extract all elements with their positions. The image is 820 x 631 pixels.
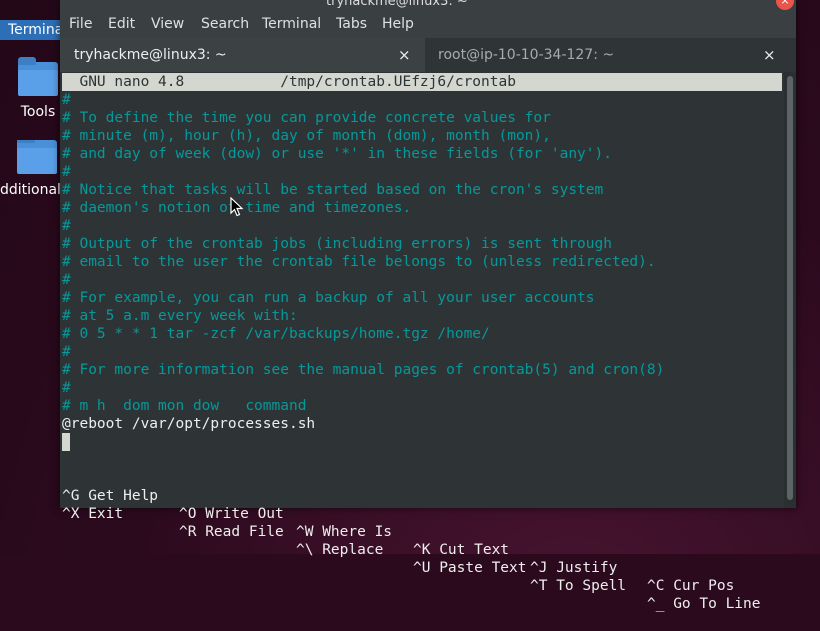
tab-label: root@ip-10-10-34-127: ~ [438,47,615,63]
nano-header: GNU nano 4.8 /tmp/crontab.UEfzj6/crontab [62,73,782,91]
crontab-line: # and day of week (dow) or use '*' in th… [62,146,612,162]
tab-label: tryhackme@linux3: ~ [74,47,227,63]
shortcut-label: Where Is [322,524,393,540]
shortcut-go-to-line[interactable]: ^_ Go To Line [647,595,761,613]
folder-icon [18,57,58,96]
window-title: tryhackme@linux3: ~ [326,0,468,9]
shortcut-key: ^U [413,560,431,576]
shortcut-to-spell[interactable]: ^T To Spell [530,577,626,595]
shortcut-paste-text[interactable]: ^U Paste Text [413,559,527,577]
shortcut-label: Cut Text [439,542,510,558]
menu-tabs[interactable]: Tabs [336,16,367,32]
shortcut-key: ^_ [647,596,665,612]
shortcut-key: ^K [413,542,431,558]
desktop-icon-label: Tools [20,104,56,120]
tab-close-icon[interactable]: × [398,38,411,72]
crontab-line: # [62,380,71,396]
scroll-thumb[interactable] [787,76,793,500]
crontab-line: # minute (m), hour (h), day of month (do… [62,128,551,144]
menu-file[interactable]: File [69,16,92,32]
shortcut-key: ^C [647,578,665,594]
tab-bar: tryhackme@linux3: ~ × root@ip-10-10-34-1… [60,38,796,72]
crontab-line: # For example, you can run a backup of a… [62,290,595,306]
shortcut-where-is[interactable]: ^W Where Is [296,523,392,541]
menu-view[interactable]: View [151,16,184,32]
crontab-line: # at 5 a.m every week with: [62,308,298,324]
window-close-button[interactable]: × [776,0,794,10]
folder-icon [17,140,57,174]
shortcut-label: Cur Pos [673,578,735,594]
shortcut-key: ^R [179,524,197,540]
title-bar[interactable]: tryhackme@linux3: ~ × [60,0,796,12]
tab-root[interactable]: root@ip-10-10-34-127: ~ × [425,38,796,72]
crontab-line: # 0 5 * * 1 tar -zcf /var/backups/home.t… [62,326,490,342]
terminal-window[interactable]: tryhackme@linux3: ~ × File Edit View Sea… [60,0,796,612]
desktop-icon-label: dditional T [0,182,62,198]
crontab-line: # To define the time you can provide con… [62,110,551,126]
shortcut-replace[interactable]: ^\ Replace [296,541,383,559]
shortcut-cut-text[interactable]: ^K Cut Text [413,541,509,559]
crontab-line: # [62,164,71,180]
crontab-entry[interactable]: @reboot /var/opt/processes.sh [62,415,315,433]
shortcut-label: Justify [556,560,618,576]
shortcut-justify[interactable]: ^J Justify [530,559,617,577]
tab-close-icon[interactable]: × [763,38,776,72]
shortcut-key: ^J [530,560,548,576]
crontab-line: # m h dom mon dow command [62,398,307,414]
shortcut-label: Go To Line [673,596,761,612]
desktop-icon-additional[interactable]: dditional T [0,140,62,198]
crontab-line: # Notice that tasks will be started base… [62,182,604,198]
desktop-icon-tools[interactable]: Tools [16,57,60,120]
tab-tryhackme[interactable]: tryhackme@linux3: ~ × [60,38,425,72]
menu-search[interactable]: Search [201,16,249,32]
shortcut-exit[interactable]: ^X Exit [62,505,123,523]
scrollbar[interactable] [784,72,796,508]
menu-edit[interactable]: Edit [108,16,135,32]
shortcut-label: To Spell [556,578,627,594]
crontab-line: # [62,272,71,288]
crontab-line: # [62,92,71,108]
menu-bar: File Edit View Search Terminal Tabs Help [60,12,796,38]
shortcut-key: ^O [179,506,197,522]
shortcut-label: Exit [88,506,124,522]
crontab-line: # [62,218,71,234]
text-cursor [62,433,70,451]
dock-terminal-label[interactable]: Termina [0,20,62,40]
shortcut-key: ^X [62,506,80,522]
terminal-content[interactable]: GNU nano 4.8 /tmp/crontab.UEfzj6/crontab… [60,72,784,612]
crontab-line: # For more information see the manual pa… [62,362,665,378]
shortcut-label: Replace [322,542,384,558]
shortcut-write-out[interactable]: ^O Write Out [179,505,284,523]
crontab-line: # email to the user the crontab file bel… [62,254,656,270]
mouse-pointer-icon [230,197,244,217]
shortcut-cur-pos[interactable]: ^C Cur Pos [647,577,734,595]
shortcut-label: Read File [205,524,284,540]
menu-help[interactable]: Help [382,16,414,32]
shortcut-row-2: ^X Exit ^R Read File ^\ Replace ^U Paste… [62,487,761,631]
shortcut-read-file[interactable]: ^R Read File [179,523,284,541]
shortcut-label: Paste Text [439,560,527,576]
shortcut-label: Write Out [205,506,284,522]
shortcut-key: ^W [296,524,314,540]
crontab-line: # Output of the crontab jobs (including … [62,236,612,252]
crontab-line: # [62,344,71,360]
shortcut-key: ^\ [296,542,314,558]
menu-terminal[interactable]: Terminal [262,16,321,32]
shortcut-key: ^T [530,578,548,594]
